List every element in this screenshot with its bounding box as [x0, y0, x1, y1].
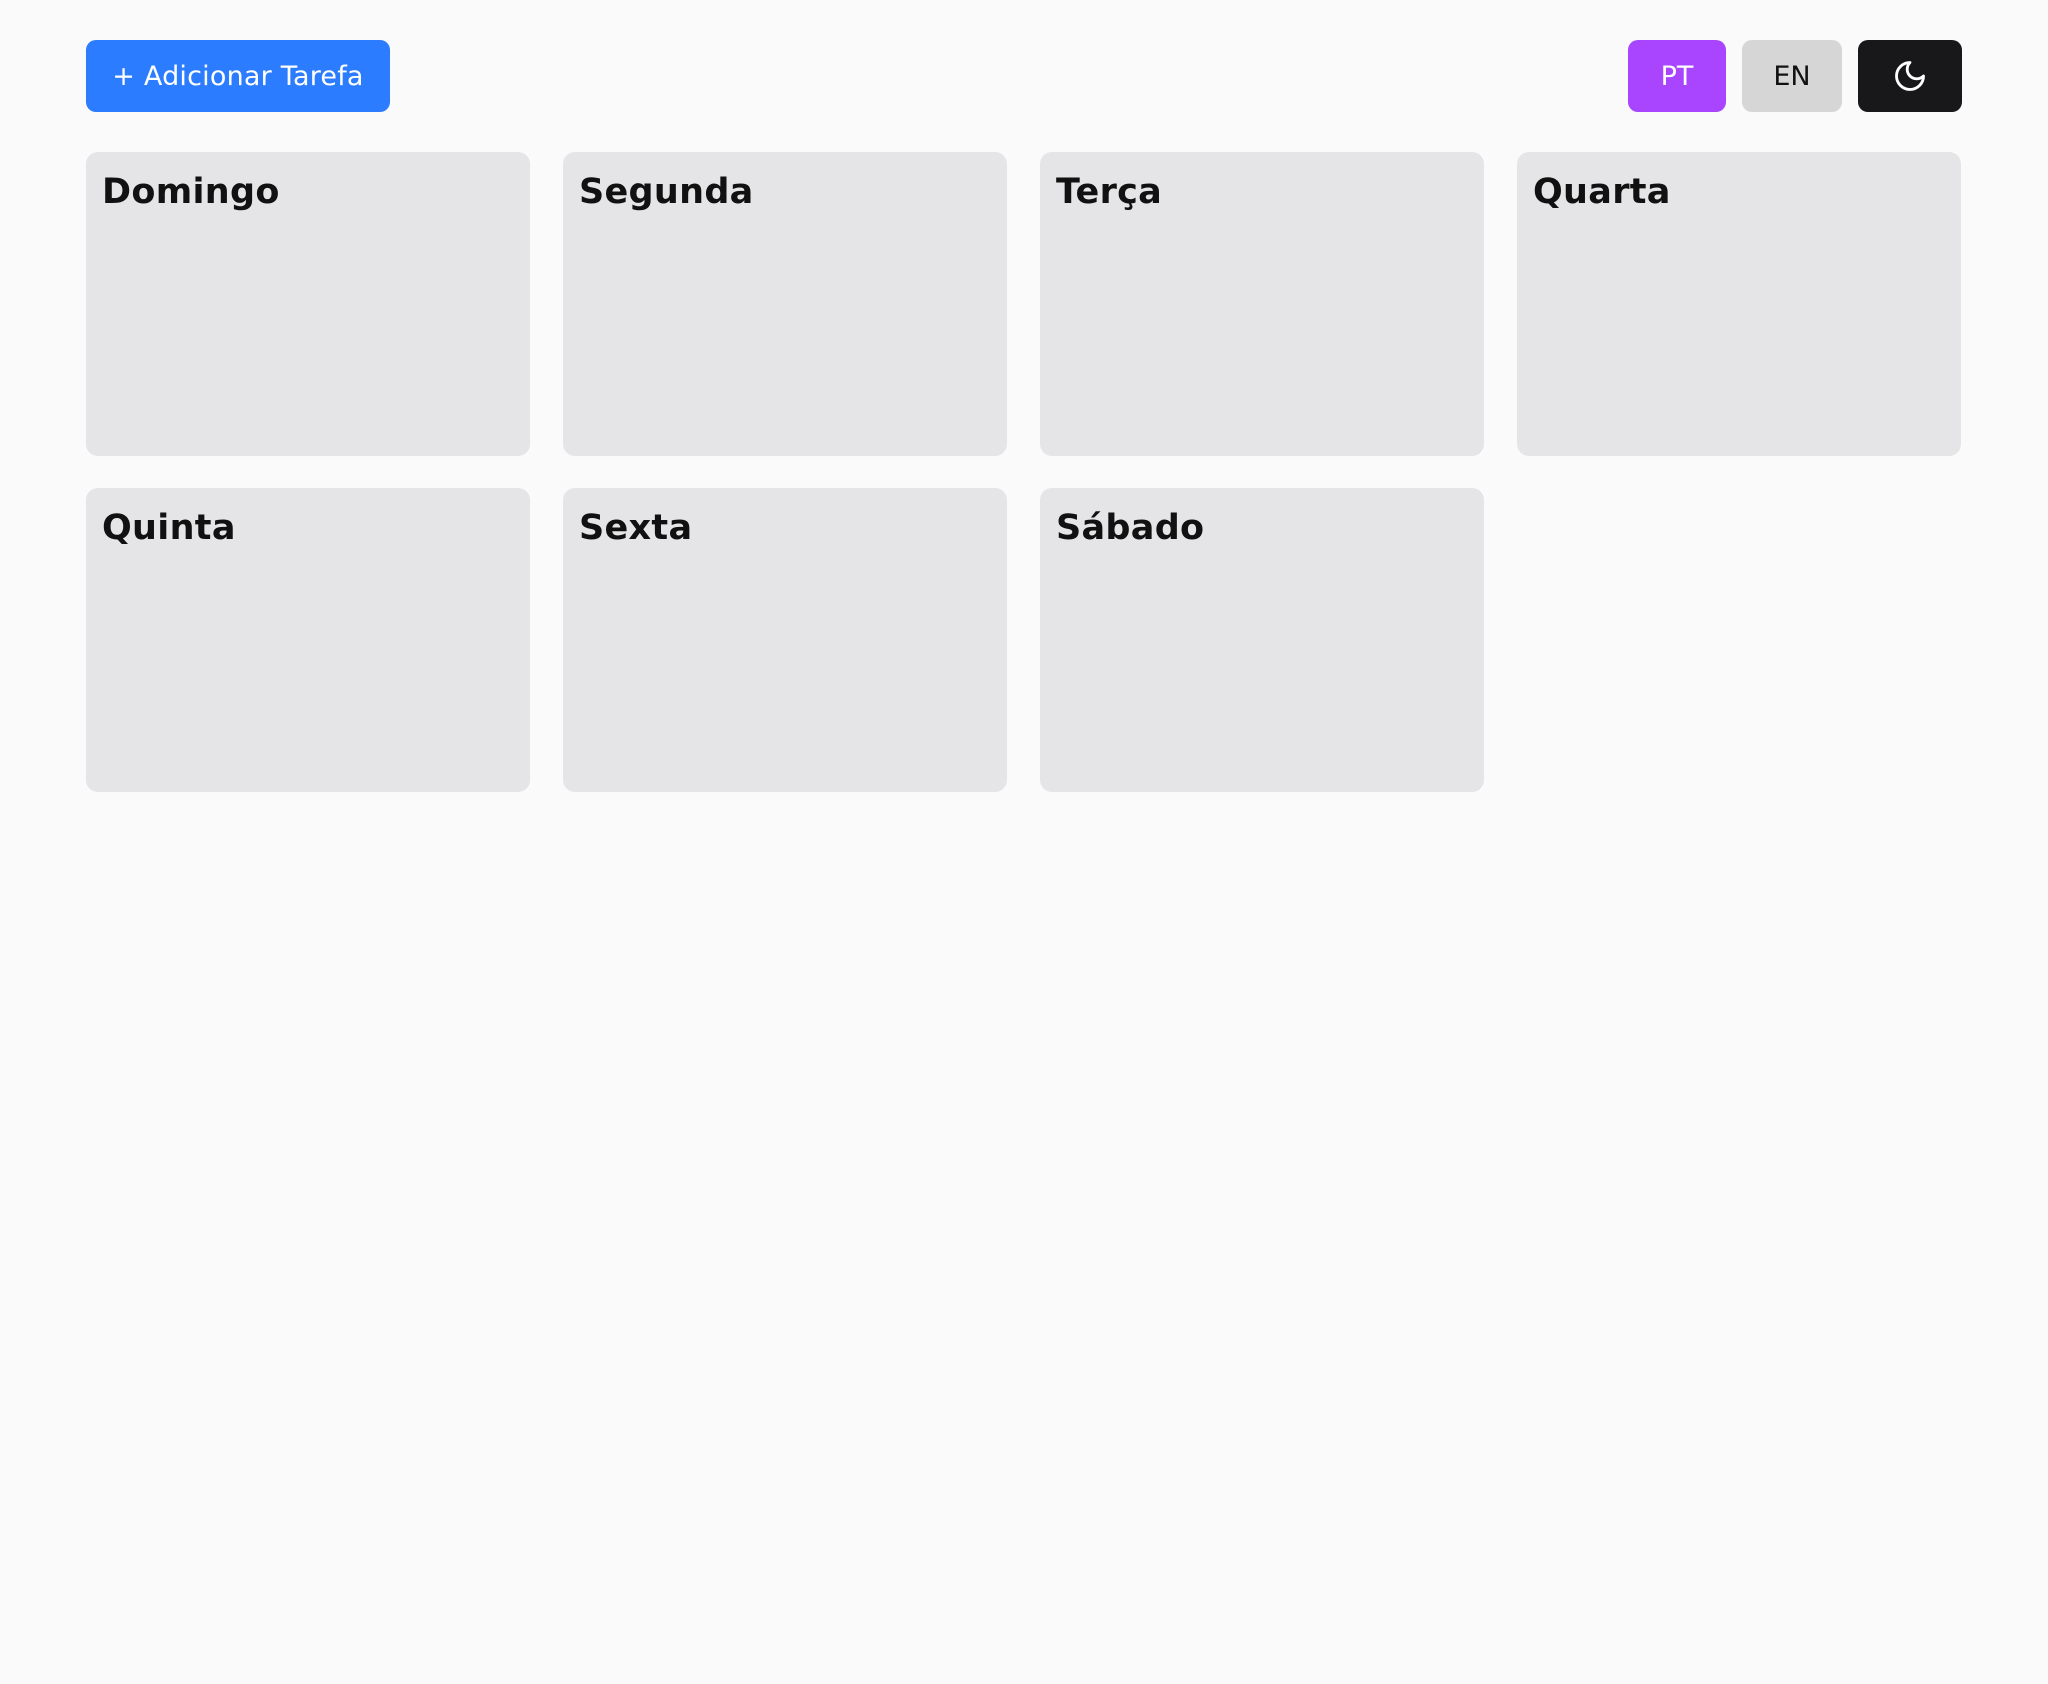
moon-icon [1895, 61, 1925, 91]
toolbar: + Adicionar Tarefa PT EN [86, 40, 1962, 112]
day-card-saturday: Sábado [1040, 488, 1484, 792]
language-en-button[interactable]: EN [1742, 40, 1842, 112]
day-title: Quarta [1533, 172, 1671, 212]
header-controls: PT EN [1628, 40, 1962, 112]
day-title: Sexta [579, 508, 693, 548]
language-pt-button[interactable]: PT [1628, 40, 1726, 112]
week-grid: Domingo Segunda Terça Quarta Quinta Sext… [86, 152, 1962, 792]
add-task-button[interactable]: + Adicionar Tarefa [86, 40, 390, 112]
day-title: Quinta [102, 508, 236, 548]
theme-toggle-button[interactable] [1858, 40, 1962, 112]
planner-app: + Adicionar Tarefa PT EN Domingo Segunda… [86, 40, 1962, 792]
day-card-thursday: Quinta [86, 488, 530, 792]
day-card-sunday: Domingo [86, 152, 530, 456]
day-card-tuesday: Terça [1040, 152, 1484, 456]
day-title: Terça [1056, 172, 1163, 212]
day-title: Sábado [1056, 508, 1205, 548]
day-title: Domingo [102, 172, 280, 212]
day-card-friday: Sexta [563, 488, 1007, 792]
day-card-wednesday: Quarta [1517, 152, 1961, 456]
day-card-monday: Segunda [563, 152, 1007, 456]
day-title: Segunda [579, 172, 754, 212]
